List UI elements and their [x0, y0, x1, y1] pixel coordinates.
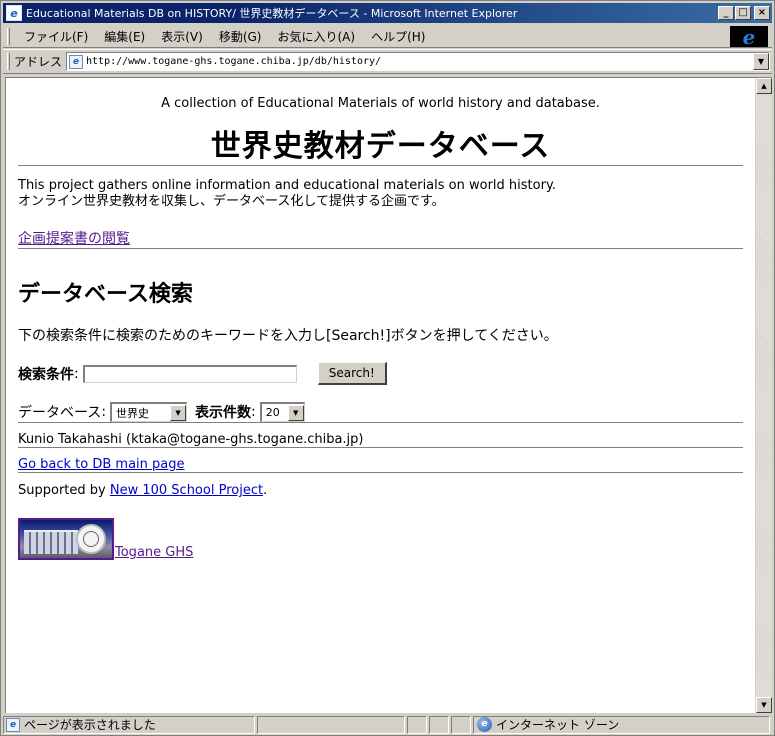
proposal-link[interactable]: 企画提案書の閲覧: [18, 228, 743, 248]
status-bar: e ページが表示されました e インターネット ゾーン: [3, 714, 772, 735]
page-done-icon: e: [6, 717, 20, 732]
page-icon: e: [69, 54, 84, 69]
status-text: ページが表示されました: [24, 718, 156, 732]
menu-file[interactable]: ファイル(F): [16, 26, 96, 47]
status-panel: [429, 715, 449, 734]
divider: [18, 472, 743, 474]
author-contact: Kunio Takahashi (ktaka@togane-ghs.togane…: [18, 432, 364, 447]
togane-ghs-link[interactable]: Togane GHS: [115, 545, 193, 560]
label-colon: :: [74, 365, 79, 382]
maximize-button[interactable]: □: [735, 6, 751, 20]
new-100-school-link[interactable]: New 100 School Project: [110, 483, 263, 498]
status-panel: [257, 715, 405, 734]
count-label: 表示件数: [195, 405, 252, 421]
scroll-up-button[interactable]: ▲: [756, 78, 772, 94]
divider: [18, 248, 743, 250]
page-subtitle: A collection of Educational Materials of…: [161, 96, 600, 111]
search-input[interactable]: [82, 364, 297, 383]
address-url[interactable]: http://www.togane-ghs.togane.chiba.jp/db…: [86, 56, 753, 67]
browser-window: e Educational Materials DB on HISTORY/ 世…: [0, 0, 775, 736]
label-colon: :: [251, 404, 256, 420]
intro-english: This project gathers online information …: [18, 178, 556, 193]
window-title: Educational Materials DB on HISTORY/ 世界史…: [26, 7, 518, 20]
address-dropdown-button[interactable]: ▼: [753, 53, 769, 70]
menu-bar: ファイル(F) 編集(E) 表示(V) 移動(G) お気に入り(A) ヘルプ(H…: [3, 25, 772, 49]
divider: [18, 447, 743, 449]
supported-suffix: .: [263, 483, 268, 498]
internet-zone-icon: e: [477, 717, 492, 732]
intro-text: This project gathers online information …: [18, 178, 743, 210]
school-building-image: [24, 530, 78, 554]
menu-help[interactable]: ヘルプ(H): [363, 26, 433, 47]
supported-by: Supported by New 100 School Project.: [18, 483, 743, 498]
divider: [18, 165, 743, 167]
search-instruction: 下の検索条件に検索のためのキーワードを入力し[Search!]ボタンを押してくだ…: [18, 328, 558, 344]
address-label: アドレス: [14, 55, 63, 69]
label-colon: :: [101, 404, 107, 420]
count-selected-value: 20: [265, 406, 280, 419]
zone-panel: e インターネット ゾーン: [473, 715, 770, 734]
chevron-down-icon[interactable]: ▼: [287, 404, 304, 421]
options-row: データベース : 世界史 ▼ 表示件数 : 20 ▼: [18, 402, 743, 422]
school-photo-image[interactable]: [18, 518, 114, 560]
school-banner: Togane GHS: [18, 518, 743, 560]
school-seal-icon: [76, 524, 106, 554]
toolbar-grip[interactable]: [7, 53, 10, 70]
page-content: A collection of Educational Materials of…: [6, 78, 755, 713]
search-button[interactable]: Search!: [317, 362, 387, 385]
status-panel: [451, 715, 471, 734]
search-heading: データベース検索: [18, 282, 193, 307]
supported-prefix: Supported by: [18, 483, 110, 498]
count-select[interactable]: 20 ▼: [259, 402, 305, 422]
page-title: 世界史教材データベース: [210, 129, 551, 164]
page-viewport: A collection of Educational Materials of…: [5, 77, 772, 713]
title-bar: e Educational Materials DB on HISTORY/ 世…: [3, 3, 772, 23]
address-input[interactable]: e http://www.togane-ghs.togane.chiba.jp/…: [66, 52, 770, 71]
search-row: 検索条件 : Search!: [18, 362, 743, 385]
menu-go[interactable]: 移動(G): [211, 26, 270, 47]
divider: [18, 422, 743, 424]
menu-view[interactable]: 表示(V): [153, 26, 211, 47]
intro-japanese: オンライン世界史教材を収集し、データベース化して提供する企画です。: [18, 194, 445, 209]
chevron-down-icon[interactable]: ▼: [170, 404, 187, 421]
menu-edit[interactable]: 編集(E): [96, 26, 153, 47]
database-select[interactable]: 世界史 ▼: [110, 402, 188, 422]
toolbar-grip[interactable]: [7, 27, 10, 45]
status-text-panel: e ページが表示されました: [3, 715, 255, 734]
ie-page-icon: e: [6, 5, 22, 21]
database-label: データベース: [18, 405, 102, 421]
ie-logo-icon: e: [730, 25, 768, 49]
scroll-down-button[interactable]: ▼: [756, 697, 772, 713]
status-panel: [407, 715, 427, 734]
vertical-scrollbar[interactable]: ▲ ▼: [755, 78, 772, 713]
address-bar: アドレス e http://www.togane-ghs.togane.chib…: [3, 49, 772, 74]
database-selected-value: 世界史: [116, 406, 150, 420]
close-button[interactable]: ×: [754, 6, 770, 20]
search-label: 検索条件: [18, 366, 74, 383]
menu-favorites[interactable]: お気に入り(A): [269, 26, 363, 47]
minimize-button[interactable]: _: [718, 6, 734, 20]
zone-text: インターネット ゾーン: [496, 718, 620, 732]
back-to-main-link[interactable]: Go back to DB main page: [18, 457, 743, 472]
